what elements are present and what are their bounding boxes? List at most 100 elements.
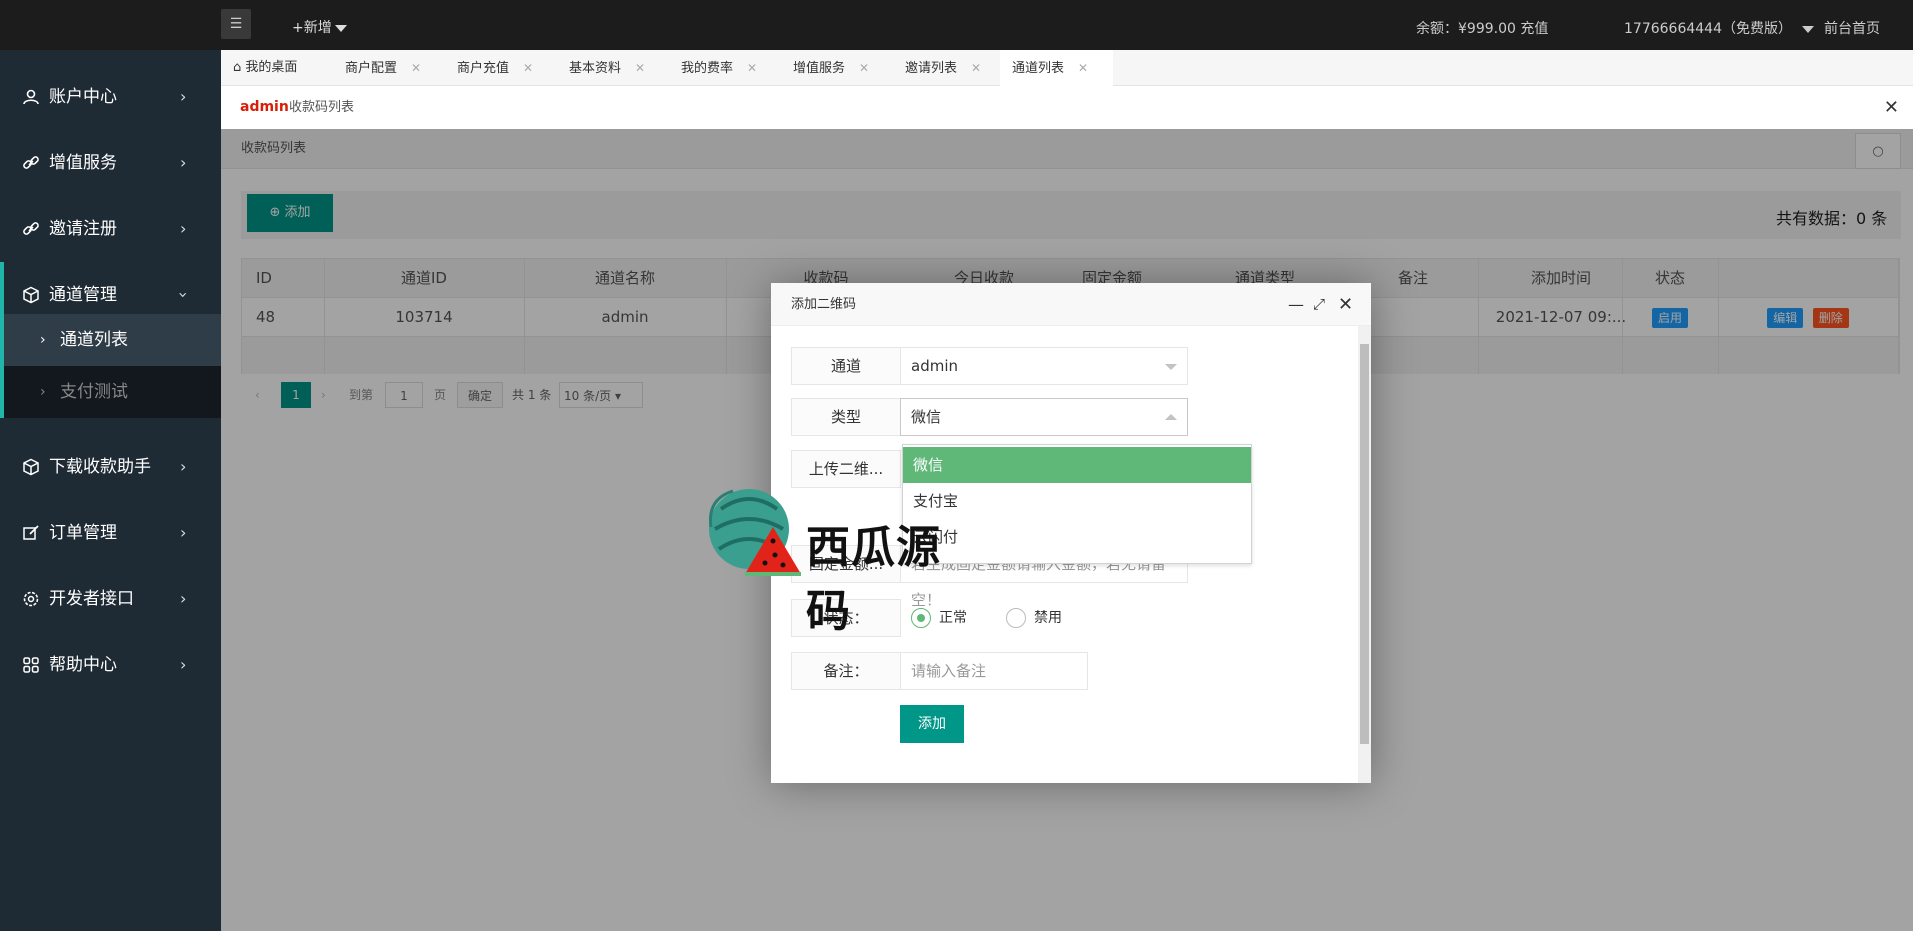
close-icon[interactable]: ✕ bbox=[635, 61, 645, 75]
status-disabled-radio[interactable]: 禁用 bbox=[1006, 599, 1062, 637]
channel-value: admin bbox=[911, 357, 958, 375]
watermark-text: 西瓜源码 bbox=[806, 522, 941, 637]
tab-bar: ⌂ 我的桌面 商户配置 ✕ 商户充值 ✕ 基本资料 ✕ 我的费率 ✕ 增值服务 ✕ 邀请列… bbox=[221, 50, 1913, 86]
chevron-down-icon bbox=[334, 24, 347, 32]
chevron-right-icon: › bbox=[180, 87, 187, 106]
tab-label: 我的桌面 bbox=[245, 60, 298, 75]
scrollbar-thumb[interactable] bbox=[1360, 344, 1369, 744]
sidebar-item-download[interactable]: 下载收款助手 › bbox=[0, 434, 221, 500]
tab-label: 商户充值 bbox=[457, 61, 510, 76]
hamburger-icon[interactable]: ☰ bbox=[221, 9, 251, 39]
watermelon-icon bbox=[708, 489, 801, 576]
tab-channel-list[interactable]: 通道列表 ✕ bbox=[1000, 50, 1113, 86]
tab-basic-info[interactable]: 基本资料 ✕ bbox=[557, 50, 645, 86]
chevron-down-icon bbox=[1801, 25, 1814, 33]
sidebar-subitem-label: 支付测试 bbox=[60, 382, 128, 402]
sidebar-item-label: 开发者接口 bbox=[49, 589, 134, 609]
close-icon[interactable]: ✕ bbox=[971, 61, 981, 75]
cube-icon bbox=[23, 286, 39, 304]
tab-invite-list[interactable]: 邀请列表 ✕ bbox=[893, 50, 981, 86]
cube-icon bbox=[23, 458, 39, 476]
close-icon[interactable]: ✕ bbox=[747, 61, 757, 75]
balance-text[interactable]: 余额：¥999.00 充值 bbox=[1416, 18, 1548, 38]
tab-desktop[interactable]: ⌂ 我的桌面 bbox=[221, 50, 297, 86]
sidebar-item-valueadd[interactable]: 增值服务 › bbox=[0, 130, 221, 196]
minimize-icon[interactable]: — bbox=[1288, 283, 1304, 326]
sidebar-item-label: 订单管理 bbox=[49, 523, 117, 543]
tab-label: 我的费率 bbox=[681, 61, 734, 76]
note-placeholder: 请输入备注 bbox=[911, 662, 987, 680]
tab-merchant-recharge[interactable]: 商户充值 ✕ bbox=[445, 50, 533, 86]
chevron-right-icon: › bbox=[180, 589, 187, 608]
chevron-right-icon: › bbox=[180, 655, 187, 674]
gear-icon bbox=[23, 591, 39, 607]
note-row: 备注： 请输入备注 bbox=[791, 652, 1091, 690]
dialog-title: 添加二维码 bbox=[791, 297, 857, 312]
sidebar-item-label: 账户中心 bbox=[49, 87, 117, 107]
radio-unchecked-icon bbox=[1006, 608, 1026, 628]
type-select[interactable]: 微信 bbox=[900, 398, 1188, 436]
status-disabled-label: 禁用 bbox=[1034, 610, 1062, 626]
sidebar-item-orders[interactable]: 订单管理 › bbox=[0, 500, 221, 566]
user-icon bbox=[23, 89, 39, 105]
chevron-up-icon bbox=[1165, 414, 1177, 420]
tab-label: 增值服务 bbox=[793, 61, 846, 76]
chevron-right-icon: › bbox=[180, 523, 187, 542]
sidebar-item-label: 邀请注册 bbox=[49, 219, 117, 239]
channel-select[interactable]: admin bbox=[900, 347, 1188, 385]
grid-icon bbox=[23, 657, 39, 673]
close-icon[interactable]: ✕ bbox=[523, 61, 533, 75]
type-value: 微信 bbox=[911, 408, 942, 426]
maximize-icon[interactable]: ⤢ bbox=[1313, 283, 1325, 326]
breadcrumb-admin: admin bbox=[240, 99, 289, 115]
close-icon[interactable]: ✕ bbox=[1884, 86, 1899, 129]
chevron-right-icon: › bbox=[180, 219, 187, 238]
close-icon[interactable]: ✕ bbox=[411, 61, 421, 75]
chevron-down-icon bbox=[1165, 364, 1177, 370]
dialog-header: 添加二维码 — ⤢ ✕ bbox=[771, 283, 1371, 326]
new-label: +新增 bbox=[292, 20, 332, 36]
type-label: 类型 bbox=[791, 398, 901, 436]
chevron-right-icon: › bbox=[180, 457, 187, 476]
breadcrumb-current: 收款码列表 bbox=[289, 100, 355, 115]
dialog-scrollbar[interactable] bbox=[1358, 326, 1371, 783]
close-icon[interactable]: ✕ bbox=[1338, 283, 1353, 326]
chevron-down-icon: › bbox=[174, 291, 194, 299]
chevron-right-icon: › bbox=[180, 153, 187, 172]
close-icon[interactable]: ✕ bbox=[859, 61, 869, 75]
watermark-logo: 西瓜源码 bbox=[701, 479, 961, 637]
sidebar: 账户中心 › 增值服务 › 邀请注册 › 通道管理 › › 通道列表 › 支付测… bbox=[0, 50, 221, 931]
note-label: 备注： bbox=[791, 652, 901, 690]
channel-row: 通道 admin bbox=[791, 347, 1251, 385]
link-icon bbox=[23, 156, 39, 169]
sidebar-item-invite[interactable]: 邀请注册 › bbox=[0, 196, 221, 262]
type-option[interactable]: 微信 bbox=[903, 447, 1251, 483]
note-input[interactable]: 请输入备注 bbox=[900, 652, 1088, 690]
new-dropdown[interactable]: +新增 bbox=[292, 17, 347, 37]
tab-label: 邀请列表 bbox=[905, 61, 958, 76]
tab-value-added[interactable]: 增值服务 ✕ bbox=[781, 50, 869, 86]
chevron-right-icon: › bbox=[40, 332, 46, 348]
home-icon: ⌂ bbox=[233, 60, 242, 75]
edit-icon bbox=[23, 525, 39, 540]
user-label: 17766664444（免费版） bbox=[1624, 21, 1792, 37]
close-icon[interactable]: ✕ bbox=[1078, 61, 1088, 75]
tab-my-rate[interactable]: 我的费率 ✕ bbox=[669, 50, 757, 86]
home-link[interactable]: 前台首页 bbox=[1824, 18, 1880, 38]
sidebar-subitem-channel-list[interactable]: › 通道列表 bbox=[0, 314, 221, 366]
user-menu[interactable]: 17766664444（免费版） bbox=[1624, 18, 1814, 38]
submit-button[interactable]: 添加 bbox=[900, 705, 964, 743]
sidebar-item-developer[interactable]: 开发者接口 › bbox=[0, 566, 221, 632]
breadcrumb: admin 收款码列表 ✕ bbox=[221, 86, 1913, 129]
sidebar-subitem-label: 通道列表 bbox=[60, 330, 128, 350]
sidebar-item-label: 下载收款助手 bbox=[49, 457, 151, 477]
sidebar-subitem-pay-test[interactable]: › 支付测试 bbox=[0, 366, 221, 418]
tab-merchant-config[interactable]: 商户配置 ✕ bbox=[333, 50, 421, 86]
type-row: 类型 微信 bbox=[791, 398, 1251, 436]
tab-label: 商户配置 bbox=[345, 61, 398, 76]
sidebar-item-account[interactable]: 账户中心 › bbox=[0, 64, 221, 130]
sidebar-item-label: 增值服务 bbox=[49, 153, 117, 173]
sidebar-item-label: 帮助中心 bbox=[49, 655, 117, 675]
sidebar-item-help[interactable]: 帮助中心 › bbox=[0, 632, 221, 698]
tab-label: 通道列表 bbox=[1012, 61, 1065, 76]
